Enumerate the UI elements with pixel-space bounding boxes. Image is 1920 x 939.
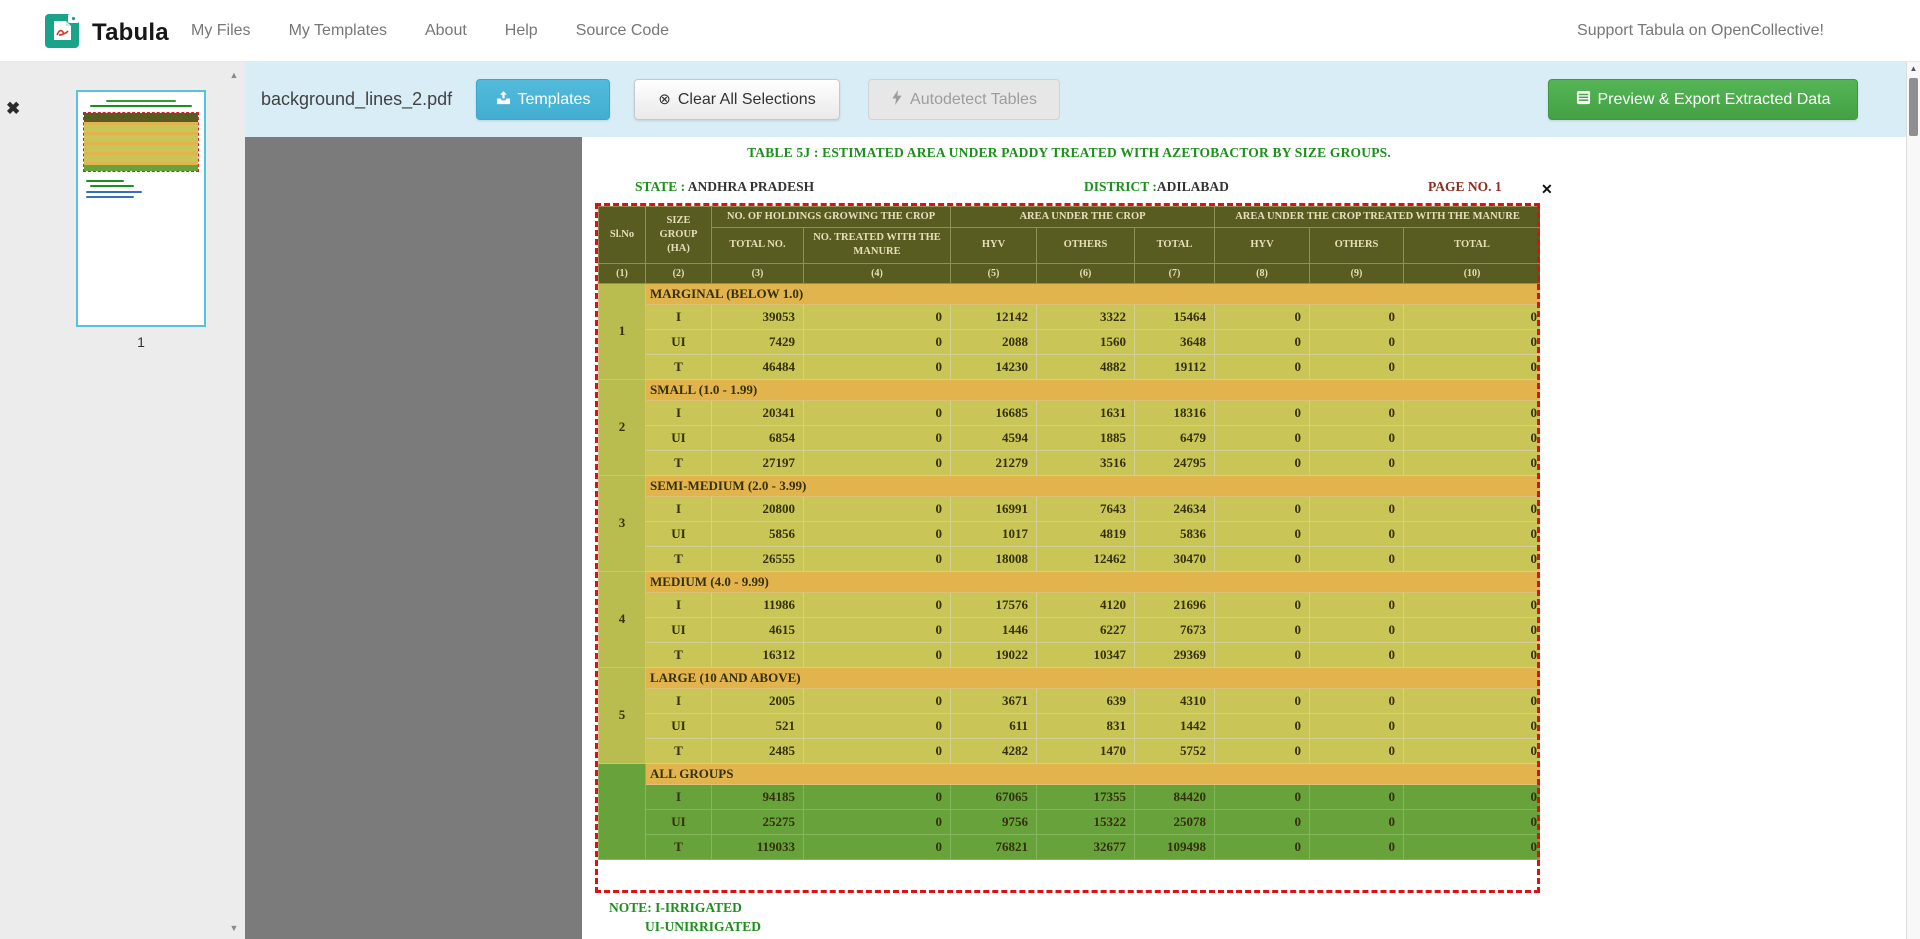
scrollbar-thumb[interactable] bbox=[1909, 78, 1918, 136]
state-value: ANDHRA PRADESH bbox=[688, 179, 814, 194]
state-field: STATE : ANDHRA PRADESH bbox=[635, 179, 814, 195]
autodetect-tables-button[interactable]: Autodetect Tables bbox=[868, 79, 1060, 120]
toolbar: background_lines_2.pdf Templates ⊗ Clear… bbox=[245, 62, 1906, 137]
sidebar-scroll-up-icon[interactable]: ▲ bbox=[227, 70, 241, 80]
support-opencollective-link[interactable]: Support Tabula on OpenCollective! bbox=[1577, 0, 1824, 62]
nav-my-templates[interactable]: My Templates bbox=[289, 22, 387, 40]
district-label: DISTRICT : bbox=[1084, 179, 1157, 194]
document-title: TABLE 5J : ESTIMATED AREA UNDER PADDY TR… bbox=[598, 145, 1540, 161]
nav-my-files[interactable]: My Files bbox=[191, 22, 251, 40]
tabula-logo-icon bbox=[44, 11, 82, 54]
thumb-subtitle-line bbox=[90, 105, 192, 107]
clear-selections-icon: ⊗ bbox=[658, 92, 671, 107]
export-table-icon bbox=[1576, 90, 1591, 110]
sidebar-scroll-down-icon[interactable]: ▼ bbox=[227, 923, 241, 933]
sidebar: ▲ ✖ 1 ▼ bbox=[0, 62, 245, 939]
preview-export-button[interactable]: Preview & Export Extracted Data bbox=[1548, 79, 1858, 120]
state-label: STATE : bbox=[635, 179, 685, 194]
navbar: Tabula My Files My Templates About Help … bbox=[0, 0, 1920, 62]
note-line-1: NOTE: I-IRRIGATED bbox=[609, 900, 742, 916]
autodetect-label: Autodetect Tables bbox=[910, 91, 1037, 109]
nav-help[interactable]: Help bbox=[505, 22, 538, 40]
tabula-app: Tabula My Files My Templates About Help … bbox=[0, 0, 1920, 939]
document-meta-row: STATE : ANDHRA PRADESH DISTRICT :ADILABA… bbox=[582, 179, 1557, 197]
district-value: ADILABAD bbox=[1157, 179, 1229, 194]
templates-icon bbox=[496, 90, 511, 110]
brand-title: Tabula bbox=[92, 19, 169, 47]
page-no-label: PAGE NO. 1 bbox=[1428, 179, 1502, 195]
thumb-table bbox=[83, 112, 199, 172]
page-number-label: 1 bbox=[76, 334, 206, 350]
thumb-text-line bbox=[86, 196, 134, 198]
nav-source-code[interactable]: Source Code bbox=[576, 22, 669, 40]
templates-label: Templates bbox=[518, 91, 591, 109]
nav-about[interactable]: About bbox=[425, 22, 467, 40]
vertical-scrollbar: ▲ bbox=[1906, 62, 1920, 939]
preview-export-label: Preview & Export Extracted Data bbox=[1598, 91, 1831, 109]
clear-all-selections-button[interactable]: ⊗ Clear All Selections bbox=[634, 79, 840, 120]
selection-rectangle[interactable] bbox=[595, 203, 1540, 893]
autodetect-bolt-icon bbox=[891, 90, 903, 110]
district-field: DISTRICT :ADILABAD bbox=[1084, 179, 1229, 195]
note-line-2: UI-UNIRRIGATED bbox=[645, 919, 761, 935]
filename-label: background_lines_2.pdf bbox=[261, 62, 452, 137]
thumb-note-line bbox=[86, 180, 124, 182]
thumb-text-line bbox=[86, 191, 142, 193]
thumb-note-line bbox=[90, 185, 134, 187]
delete-page-icon[interactable]: ✖ bbox=[6, 100, 20, 117]
templates-button[interactable]: Templates bbox=[476, 79, 610, 120]
pdf-page[interactable]: TABLE 5J : ESTIMATED AREA UNDER PADDY TR… bbox=[582, 137, 1906, 939]
selection-close-icon[interactable]: ✕ bbox=[1541, 181, 1553, 198]
page-thumbnail[interactable] bbox=[76, 90, 206, 327]
clear-selections-label: Clear All Selections bbox=[678, 91, 816, 109]
thumb-title-line bbox=[106, 100, 176, 102]
scrollbar-up-icon[interactable]: ▲ bbox=[1907, 62, 1920, 76]
nav-links: My Files My Templates About Help Source … bbox=[191, 0, 669, 62]
pdf-canvas-gutter: TABLE 5J : ESTIMATED AREA UNDER PADDY TR… bbox=[245, 137, 1906, 939]
brand[interactable]: Tabula bbox=[44, 11, 169, 54]
